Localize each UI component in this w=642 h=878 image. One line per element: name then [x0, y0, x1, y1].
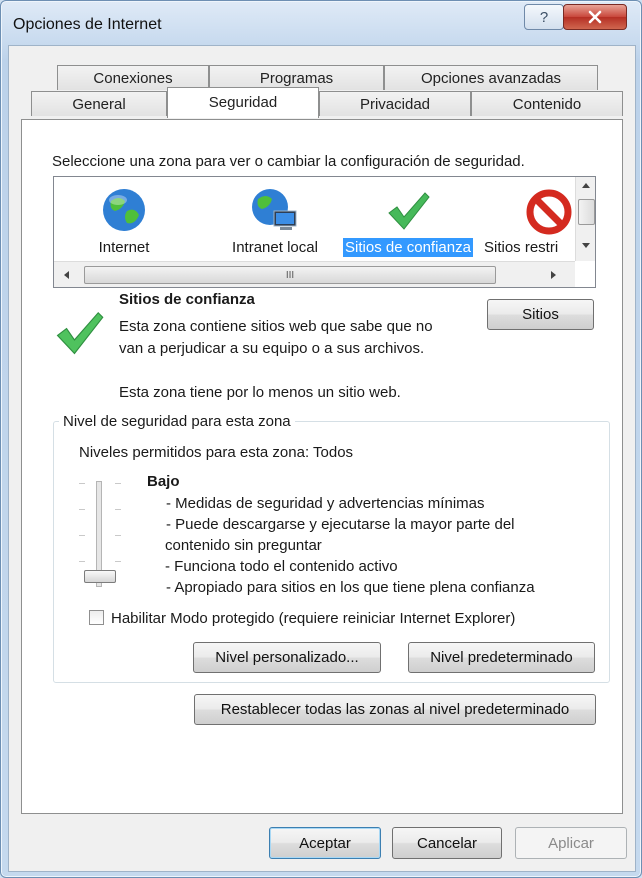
cancel-button[interactable]: Cancelar	[392, 827, 502, 859]
zone-note: Esta zona tiene por lo menos un sitio we…	[119, 384, 401, 401]
zone-label: Intranet local	[232, 239, 318, 256]
sites-button[interactable]: Sitios	[487, 299, 594, 330]
zone-list[interactable]: Internet Intranet local Sitios de confia…	[53, 176, 596, 288]
intranet-globe-icon	[252, 189, 297, 230]
slider-tick	[115, 483, 121, 484]
slider-thumb[interactable]	[84, 570, 116, 583]
zone-description-line2: van a perjudicar a su equipo o a sus arc…	[119, 340, 425, 357]
protected-mode-checkbox[interactable]	[89, 610, 104, 625]
slider-tick	[115, 561, 121, 562]
zone-item-internet[interactable]: Internet	[70, 177, 178, 261]
slider-tick	[79, 509, 85, 510]
window-title: Opciones de Internet	[13, 16, 162, 33]
title-bar[interactable]: Opciones de Internet ?	[1, 1, 641, 45]
security-level-name: Bajo	[147, 473, 180, 490]
level-detail-line: contenido sin preguntar	[165, 537, 322, 554]
close-icon	[588, 10, 602, 24]
apply-button[interactable]: Aplicar	[515, 827, 627, 859]
restricted-icon	[526, 189, 572, 235]
vertical-scroll-thumb[interactable]	[578, 199, 595, 225]
custom-level-button[interactable]: Nivel personalizado...	[193, 642, 381, 673]
slider-tick	[115, 509, 121, 510]
zone-item-trusted[interactable]: Sitios de confianza	[339, 177, 477, 261]
reset-all-zones-button[interactable]: Restablecer todas las zonas al nivel pre…	[194, 694, 596, 725]
zone-vertical-scrollbar[interactable]	[575, 177, 595, 261]
slider-tick	[115, 535, 121, 536]
tab-general[interactable]: General	[31, 91, 167, 116]
horizontal-scroll-thumb[interactable]: III	[84, 266, 496, 284]
green-check-icon	[388, 192, 430, 230]
security-level-details: - Medidas de seguridad y advertencias mí…	[165, 493, 585, 598]
allowed-levels-text: Niveles permitidos para esta zona: Todos	[79, 444, 354, 461]
zone-title: Sitios de confianza	[119, 291, 255, 308]
tab-privacidad[interactable]: Privacidad	[319, 91, 471, 116]
scroll-down-icon[interactable]	[582, 243, 590, 248]
level-detail-line: - Apropiado para sitios en los que tiene…	[166, 579, 535, 596]
zone-instruction: Seleccione una zona para ver o cambiar l…	[52, 153, 525, 170]
tab-opciones-avanzadas[interactable]: Opciones avanzadas	[384, 65, 598, 90]
security-level-slider[interactable]	[71, 476, 129, 591]
globe-icon	[103, 189, 145, 231]
level-detail-line: - Medidas de seguridad y advertencias mí…	[166, 495, 485, 512]
help-button[interactable]: ?	[524, 4, 564, 30]
zone-label: Sitios restri	[484, 239, 559, 256]
ok-button[interactable]: Aceptar	[269, 827, 381, 859]
zone-description-line1: Esta zona contiene sitios web que sabe q…	[119, 318, 433, 335]
dialog-window: Opciones de Internet ? Conexiones Progra…	[0, 0, 642, 878]
tab-contenido[interactable]: Contenido	[471, 91, 623, 116]
scroll-right-icon[interactable]	[551, 271, 556, 279]
large-check-icon	[56, 311, 104, 355]
level-detail-line: - Funciona todo el contenido activo	[165, 558, 398, 575]
zone-item-restricted[interactable]: Sitios restri	[484, 177, 574, 261]
slider-tick	[79, 535, 85, 536]
slider-tick	[79, 483, 85, 484]
level-detail-line: - Puede descargarse y ejecutarse la mayo…	[166, 516, 515, 533]
protected-mode-label[interactable]: Habilitar Modo protegido (requiere reini…	[111, 610, 515, 627]
scroll-left-icon[interactable]	[64, 271, 69, 279]
close-button[interactable]	[563, 4, 627, 30]
slider-tick	[79, 561, 85, 562]
scroll-up-icon[interactable]	[582, 183, 590, 188]
tab-seguridad[interactable]: Seguridad	[167, 87, 319, 118]
zone-horizontal-scrollbar[interactable]: III	[54, 261, 575, 287]
zone-label: Internet	[98, 239, 150, 256]
security-level-group-label: Nivel de seguridad para esta zona	[59, 413, 295, 430]
zone-label: Sitios de confianza	[343, 238, 473, 257]
default-level-button[interactable]: Nivel predeterminado	[408, 642, 595, 673]
help-icon: ?	[539, 8, 549, 26]
zone-item-intranet[interactable]: Intranet local	[210, 177, 340, 261]
